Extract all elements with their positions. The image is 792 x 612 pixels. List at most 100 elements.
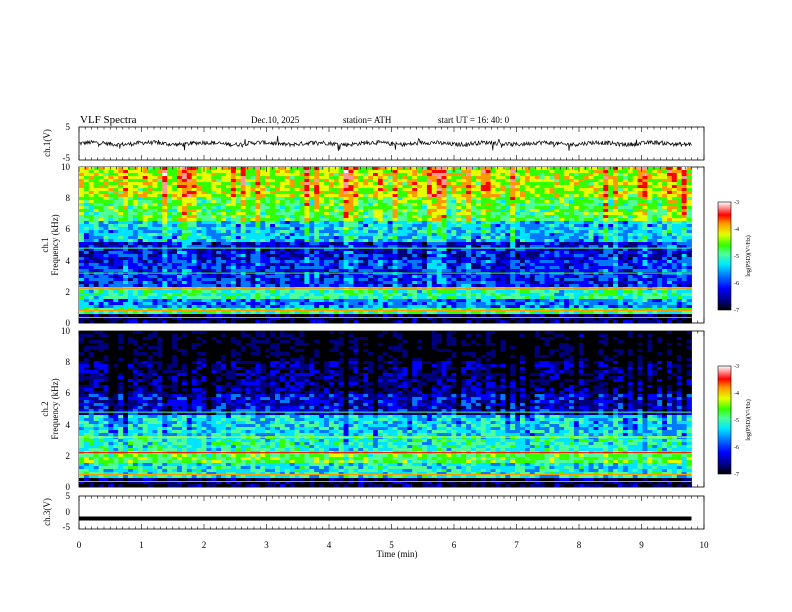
spectrogram-cell [132, 254, 139, 258]
spectrogram-cell [304, 305, 310, 309]
spectrogram-cell [524, 233, 531, 237]
spectrogram-cell [108, 281, 114, 285]
spectrogram-cell [245, 284, 251, 288]
spectrogram-cell [407, 266, 413, 270]
spectrogram-cell [284, 293, 291, 297]
spectrogram-cell [422, 194, 428, 198]
spectrogram-cell [407, 218, 413, 222]
spectrogram-cell [426, 176, 433, 180]
spectrogram-cell [270, 275, 276, 279]
spectrogram-cell [441, 239, 447, 243]
spectrogram-cell [289, 227, 295, 231]
spectrogram-cell [284, 302, 291, 306]
spectrogram-cell [289, 299, 295, 303]
spectrogram-cell [471, 227, 477, 231]
spectrogram-cell [446, 251, 452, 255]
spectrogram-cell [422, 233, 428, 237]
spectrogram-cell [461, 203, 467, 207]
spectrogram-cell [196, 302, 202, 306]
spectrogram-cell [461, 221, 467, 225]
spectrogram-cell [500, 314, 506, 318]
spectrogram-cell [83, 203, 90, 207]
spectrogram-cell [128, 272, 134, 276]
spectrogram-cell [186, 302, 193, 306]
spectrogram-cell [221, 191, 227, 195]
spectrogram-cell [417, 311, 423, 315]
spectrogram-cell [397, 212, 403, 216]
spectrogram-cell [240, 179, 246, 183]
spectrogram-cell [407, 233, 413, 237]
spectrogram-cell [343, 278, 349, 282]
spectrogram-cell [201, 263, 207, 267]
spectrogram-cell [132, 221, 139, 225]
spectrogram-cell [485, 176, 491, 180]
spectrogram-cell [373, 314, 379, 318]
spectrogram-cell [226, 185, 232, 189]
spectrogram-cell [333, 263, 340, 267]
spectrogram-cell [289, 191, 295, 195]
spectrogram-cell [123, 206, 129, 210]
spectrogram-cell [235, 281, 242, 285]
spectrogram-cell [245, 233, 251, 237]
spectrogram-cell [520, 296, 526, 300]
spectrogram-cell [426, 239, 433, 243]
spectrogram-cell [88, 188, 95, 192]
spectrogram-cell [186, 305, 193, 309]
spectrogram-cell [226, 200, 232, 204]
spectrogram-cell [343, 203, 349, 207]
spectrogram-cell [510, 302, 516, 306]
spectrogram-cell [279, 296, 286, 300]
spectrogram-cell [123, 182, 129, 186]
spectrogram-cell [328, 203, 335, 207]
spectrogram-cell [172, 299, 178, 303]
spectrogram-cell [407, 305, 413, 309]
spectrogram-cell [358, 188, 364, 192]
spectrogram-cell [186, 224, 193, 228]
spectrogram-cell [343, 269, 349, 273]
spectrogram-cell [426, 215, 433, 219]
spectrogram-cell [221, 263, 227, 267]
spectrogram-cell [230, 197, 237, 201]
spectrogram-cell [397, 275, 403, 279]
spectrogram-cell [417, 293, 423, 297]
spectrogram-cell [348, 188, 354, 192]
spectrogram-cell [230, 185, 237, 189]
spectrogram-cell [279, 269, 286, 273]
spectrogram-cell [431, 284, 438, 288]
spectrogram-cell [128, 311, 134, 315]
spectrogram-cell [382, 185, 389, 189]
spectrogram-cell [123, 275, 129, 279]
spectrogram-cell [417, 224, 423, 228]
spectrogram-cell [328, 302, 335, 306]
spectrogram-cell [412, 278, 418, 282]
spectrogram-cell [475, 239, 482, 243]
spectrogram-cell [250, 320, 256, 324]
spectrogram-cell [417, 215, 423, 219]
spectrogram-cell [441, 272, 447, 276]
spectrogram-cell [181, 224, 188, 228]
spectrogram-cell [402, 203, 408, 207]
spectrogram-cell [510, 227, 516, 231]
spectrogram-cell [466, 182, 472, 186]
spectrogram-cell [132, 284, 139, 288]
spectrogram-cell [221, 236, 227, 240]
spectrogram-cell [505, 212, 511, 216]
spectrogram-cell [338, 212, 344, 216]
spectrogram-cell [196, 254, 202, 258]
spectrogram-cell [255, 251, 261, 255]
spectrogram-cell [422, 290, 428, 294]
spectrogram-cell [373, 221, 379, 225]
spectrogram-cell [284, 218, 291, 222]
spectrogram-cell [451, 260, 457, 264]
spectrogram-cell [436, 221, 442, 225]
spectrogram-cell [309, 170, 315, 174]
spectrogram-cell [270, 269, 276, 273]
spectrogram-cell [363, 275, 369, 279]
spectrogram-cell [226, 299, 232, 303]
spectrogram-cell [456, 293, 462, 297]
spectrogram-cell [358, 191, 364, 195]
spectrogram-cell [181, 278, 188, 282]
spectrogram-cell [314, 215, 320, 219]
spectrogram-cell [142, 281, 148, 285]
spectrogram-cell [328, 230, 335, 234]
